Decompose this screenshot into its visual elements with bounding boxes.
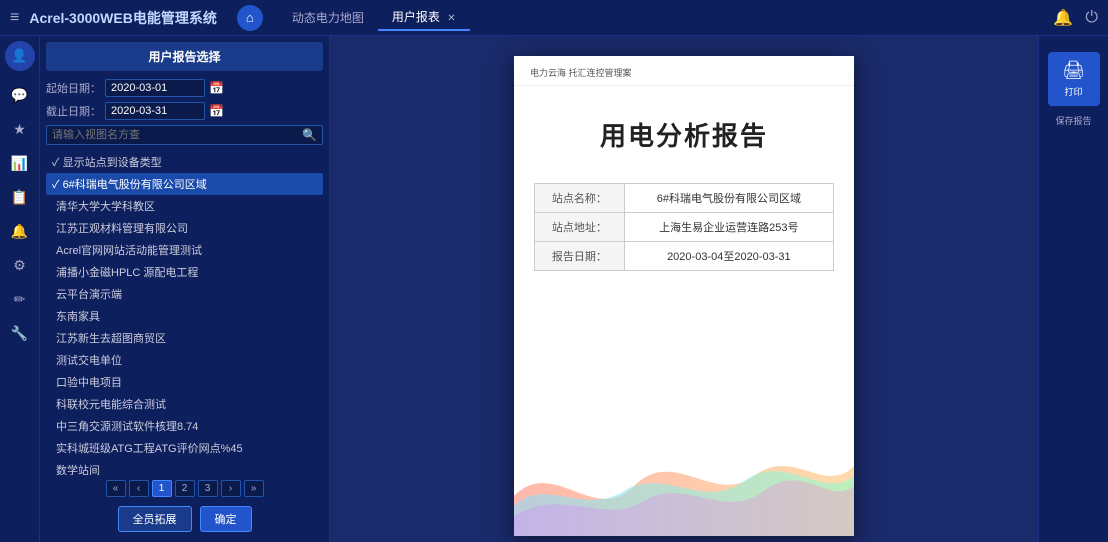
page-2-button[interactable]: 2 (175, 480, 195, 497)
end-date-row: 截止日期： 📅 (46, 102, 323, 120)
report-info-value: 2020-03-04至2020-03-31 (624, 242, 833, 271)
right-panel: 🖨 打印 保存报告 (1038, 36, 1108, 542)
start-date-input[interactable] (105, 79, 205, 97)
tree-item[interactable]: 测试交电单位 (46, 349, 323, 371)
end-date-label: 截止日期： (46, 103, 101, 119)
main-content: 电力云海 托汇连控管理案 用电分析报告 站点名称：6#科瑞电气股份有限公司区域站… (330, 36, 1038, 542)
menu-icon[interactable]: ≡ (10, 9, 19, 27)
report-info-value: 6#科瑞电气股份有限公司区域 (624, 184, 833, 213)
avatar: 👤 (5, 41, 35, 71)
tree-item[interactable]: Acrel官网网站活动能管理测试 (46, 239, 323, 261)
panel-title: 用户报告选择 (46, 42, 323, 71)
sidebar-item-edit[interactable]: ✏ (6, 285, 34, 313)
page-3-button[interactable]: 3 (198, 480, 218, 497)
tree-item[interactable]: 江苏正观材料管理有限公司 (46, 217, 323, 239)
report-info-label: 站点名称： (535, 184, 625, 213)
home-icon: ⌂ (246, 10, 254, 25)
sidebar-item-settings[interactable]: ⚙ (6, 251, 34, 279)
tree-item[interactable]: 实科城班级ATG工程ATG评价网点%45 (46, 437, 323, 459)
tab-power-map[interactable]: 动态电力地图 (278, 5, 378, 30)
print-label: 打印 (1054, 85, 1094, 98)
avatar-icon: 👤 (11, 48, 27, 64)
page-next-button[interactable]: › (221, 480, 241, 497)
topbar: ≡ Acrel-3000WEB电能管理系统 ⌂ 动态电力地图 用户报表 ✕ 🔔 … (0, 0, 1108, 36)
sidebar-item-chart[interactable]: 📊 (6, 149, 34, 177)
tab-bar: 动态电力地图 用户报表 ✕ (278, 4, 1054, 31)
tree-item[interactable]: 数学站间 (46, 459, 323, 475)
tree-item[interactable]: 中三角交源测试软件核理8.74 (46, 415, 323, 437)
page-first-button[interactable]: « (106, 480, 126, 497)
tree-list: ✓ 显示站点到设备类型✓ 6#科瑞电气股份有限公司区域清华大学大学科教区江苏正观… (46, 151, 323, 475)
report-info-table: 站点名称：6#科瑞电气股份有限公司区域站点地址：上海生易企业运营连路253号报告… (534, 183, 834, 271)
print-icon: 🖨 (1054, 60, 1094, 81)
topbar-right: 🔔 ⏻ (1053, 8, 1098, 28)
end-date-calendar-icon[interactable]: 📅 (209, 104, 224, 118)
save-label: 保存报告 (1055, 114, 1091, 127)
search-row: 🔍 (46, 125, 323, 145)
sidebar-item-tool[interactable]: 🔧 (6, 319, 34, 347)
print-button[interactable]: 🖨 打印 (1048, 52, 1100, 106)
page-prev-button[interactable]: ‹ (129, 480, 149, 497)
sidebar-item-alert[interactable]: 🔔 (6, 217, 34, 245)
notification-icon[interactable]: 🔔 (1053, 8, 1073, 28)
end-date-input[interactable] (105, 102, 205, 120)
bottom-buttons: 全员拓展 确定 (46, 502, 323, 536)
tree-item[interactable]: 东南家具 (46, 305, 323, 327)
sidebar-item-message[interactable]: 💬 (6, 81, 34, 109)
power-icon[interactable]: ⏻ (1085, 9, 1098, 27)
sidebar-icons: 👤 💬 ★ 📊 📋 🔔 ⚙ ✏ 🔧 (0, 36, 40, 542)
search-input[interactable] (52, 129, 302, 141)
tree-item[interactable]: 云平台演示端 (46, 283, 323, 305)
tab-user-report[interactable]: 用户报表 ✕ (378, 4, 470, 31)
report-header-bar: 电力云海 托汇连控管理案 (514, 56, 854, 86)
tree-item[interactable]: 浦播小金磁HPLC 源配电工程 (46, 261, 323, 283)
page-last-button[interactable]: » (244, 480, 264, 497)
main-layout: 👤 💬 ★ 📊 📋 🔔 ⚙ ✏ 🔧 用户报告选择 起始日期： 📅 截止日期： 📅… (0, 36, 1108, 542)
start-date-calendar-icon[interactable]: 📅 (209, 81, 224, 95)
report-main-title: 用电分析报告 (534, 116, 834, 153)
report-info-value: 上海生易企业运营连路253号 (624, 213, 833, 242)
tab-power-map-label: 动态电力地图 (292, 11, 364, 25)
sidebar-item-favorite[interactable]: ★ (6, 115, 34, 143)
app-title: Acrel-3000WEB电能管理系统 (29, 8, 217, 28)
search-icon[interactable]: 🔍 (302, 128, 317, 142)
tree-item[interactable]: 口验中电项目 (46, 371, 323, 393)
report-info-label: 站点地址： (535, 213, 625, 242)
report-wave (514, 416, 854, 536)
left-panel: 用户报告选择 起始日期： 📅 截止日期： 📅 🔍 ✓ 显示站点到设备类型✓ 6#… (40, 36, 330, 542)
tree-item[interactable]: 江苏新生去超图商贸区 (46, 327, 323, 349)
page-1-button[interactable]: 1 (152, 480, 172, 497)
report-preview: 电力云海 托汇连控管理案 用电分析报告 站点名称：6#科瑞电气股份有限公司区域站… (514, 56, 854, 536)
export-button[interactable]: 全员拓展 (118, 506, 192, 532)
sidebar-item-report[interactable]: 📋 (6, 183, 34, 211)
pagination-bar: « ‹ 1 2 3 › » (46, 480, 323, 497)
tree-item[interactable]: ✓ 6#科瑞电气股份有限公司区域 (46, 173, 323, 195)
tab-user-report-label: 用户报表 (392, 10, 440, 24)
tree-item[interactable]: ✓ 显示站点到设备类型 (46, 151, 323, 173)
tab-close-icon[interactable]: ✕ (447, 13, 455, 24)
tree-item[interactable]: 清华大学大学科教区 (46, 195, 323, 217)
tree-item[interactable]: 科联校元电能综合测试 (46, 393, 323, 415)
report-header-text: 电力云海 托汇连控管理案 (530, 68, 632, 78)
start-date-row: 起始日期： 📅 (46, 79, 323, 97)
start-date-label: 起始日期： (46, 80, 101, 96)
home-button[interactable]: ⌂ (237, 5, 263, 31)
report-info-label: 报告日期： (535, 242, 625, 271)
confirm-button[interactable]: 确定 (200, 506, 252, 532)
